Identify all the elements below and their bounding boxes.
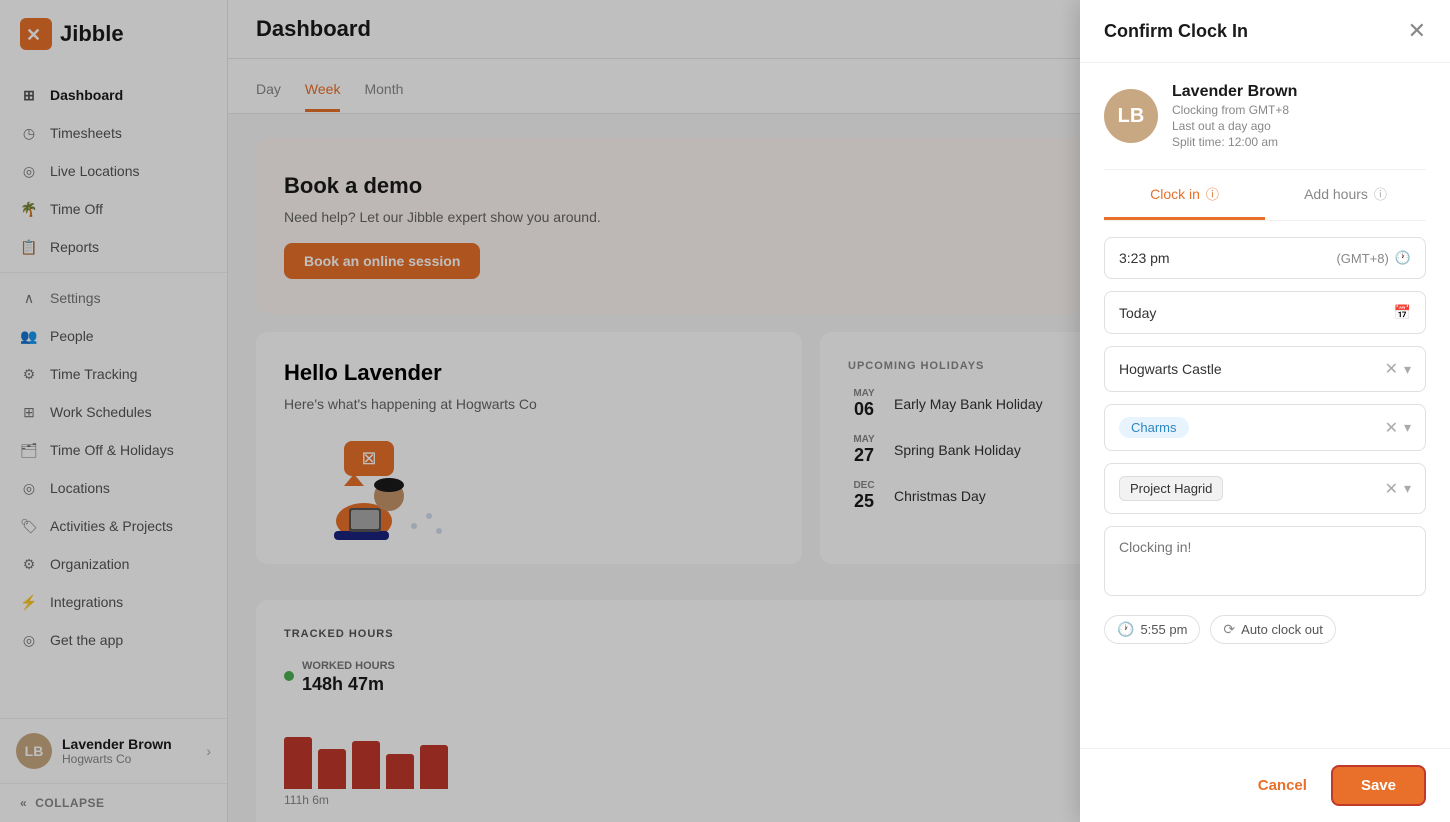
info-icon: ⓘ bbox=[1206, 184, 1219, 203]
date-value: Today bbox=[1119, 305, 1156, 321]
user-profile-row: LB Lavender Brown Clocking from GMT+8 La… bbox=[1104, 63, 1426, 170]
clock-icon: 🕐 bbox=[1395, 250, 1411, 266]
tab-clock-in[interactable]: Clock in ⓘ bbox=[1104, 170, 1265, 220]
auto-clock-out-label: Auto clock out bbox=[1241, 622, 1323, 637]
date-field[interactable]: Today 📅 bbox=[1104, 291, 1426, 334]
save-button[interactable]: Save bbox=[1331, 765, 1426, 806]
profile-name: Lavender Brown bbox=[1172, 83, 1297, 101]
schedule-icon: 🕐 bbox=[1117, 621, 1134, 638]
time-value: 3:23 pm bbox=[1119, 250, 1170, 266]
location-field[interactable]: Hogwarts Castle ✕ ▾ bbox=[1104, 346, 1426, 392]
auto-clockout-icon: ⟳ bbox=[1223, 621, 1235, 638]
modal-footer: Cancel Save bbox=[1080, 748, 1450, 822]
clear-activity-icon[interactable]: ✕ bbox=[1385, 418, 1398, 438]
chevron-down-icon[interactable]: ▾ bbox=[1404, 361, 1411, 378]
modal-close-button[interactable]: ✕ bbox=[1408, 20, 1426, 42]
modal-title: Confirm Clock In bbox=[1104, 21, 1248, 42]
modal-tab-bar: Clock in ⓘ Add hours ⓘ bbox=[1104, 170, 1426, 221]
calendar-icon: 📅 bbox=[1394, 304, 1411, 321]
chevron-down-icon[interactable]: ▾ bbox=[1404, 480, 1411, 497]
add-hours-tab-label: Add hours bbox=[1304, 186, 1368, 202]
clocking-from: Clocking from GMT+8 bbox=[1172, 103, 1297, 117]
split-time: Split time: 12:00 am bbox=[1172, 135, 1297, 149]
cancel-button[interactable]: Cancel bbox=[1246, 769, 1319, 802]
clear-location-icon[interactable]: ✕ bbox=[1385, 359, 1398, 379]
last-out: Last out a day ago bbox=[1172, 119, 1297, 133]
chevron-down-icon[interactable]: ▾ bbox=[1404, 419, 1411, 436]
modal-body: LB Lavender Brown Clocking from GMT+8 La… bbox=[1080, 63, 1450, 748]
schedule-time-chip: 🕐 5:55 pm bbox=[1104, 615, 1200, 644]
activity-tag: Charms bbox=[1119, 417, 1189, 438]
time-field[interactable]: 3:23 pm (GMT+8) 🕐 bbox=[1104, 237, 1426, 279]
location-value: Hogwarts Castle bbox=[1119, 361, 1222, 377]
modal-header: Confirm Clock In ✕ bbox=[1080, 0, 1450, 63]
project-tag: Project Hagrid bbox=[1119, 476, 1223, 501]
tab-add-hours[interactable]: Add hours ⓘ bbox=[1265, 170, 1426, 220]
schedule-time: 5:55 pm bbox=[1140, 622, 1187, 637]
info-icon: ⓘ bbox=[1374, 184, 1387, 203]
avatar: LB bbox=[1104, 89, 1158, 143]
clock-in-tab-label: Clock in bbox=[1150, 186, 1200, 202]
notes-input[interactable] bbox=[1104, 526, 1426, 596]
schedule-info-row: 🕐 5:55 pm ⟳ Auto clock out bbox=[1104, 615, 1426, 644]
timezone-value: (GMT+8) bbox=[1336, 251, 1388, 266]
auto-clock-out-chip[interactable]: ⟳ Auto clock out bbox=[1210, 615, 1335, 644]
clear-project-icon[interactable]: ✕ bbox=[1385, 479, 1398, 499]
project-field[interactable]: Project Hagrid ✕ ▾ bbox=[1104, 463, 1426, 514]
confirm-clock-in-modal: Confirm Clock In ✕ LB Lavender Brown Clo… bbox=[1080, 0, 1450, 822]
activity-field[interactable]: Charms ✕ ▾ bbox=[1104, 404, 1426, 451]
